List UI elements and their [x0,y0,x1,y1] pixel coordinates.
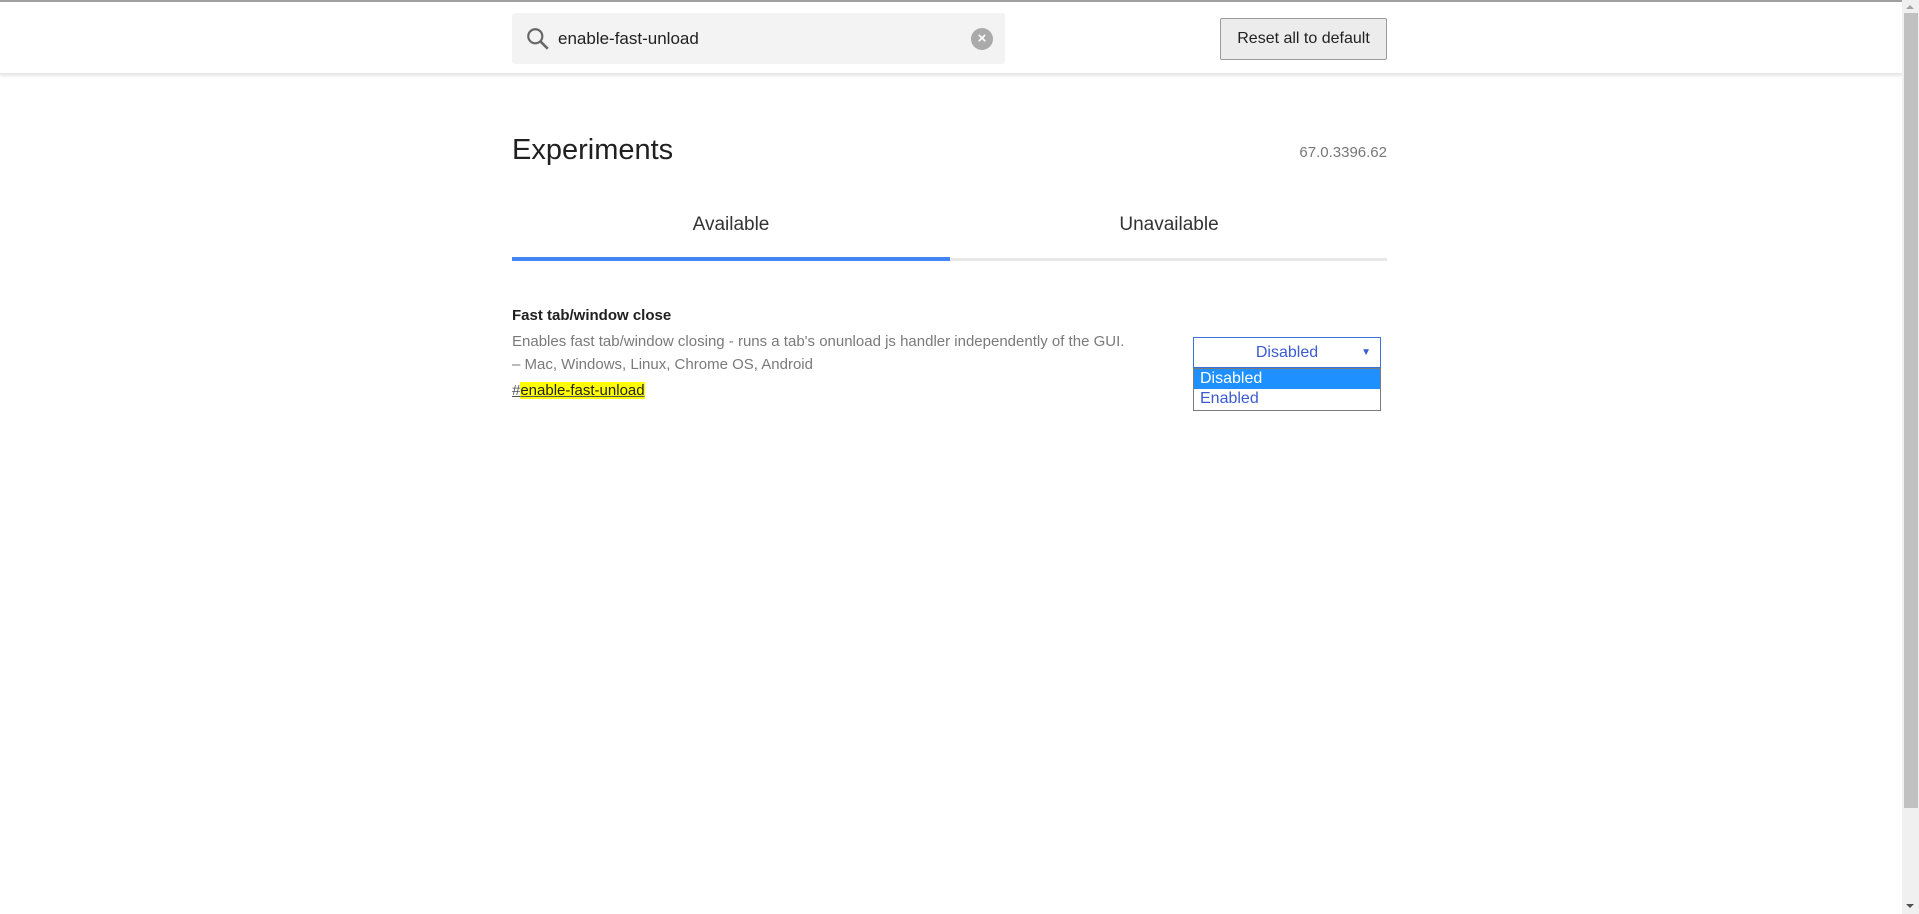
experiment-description: Enables fast tab/window closing - runs a… [512,333,1125,350]
scroll-up-arrow-icon[interactable] [1906,5,1914,9]
clear-search-icon[interactable]: × [971,28,993,50]
vertical-scrollbar[interactable] [1902,0,1919,914]
selected-value: Disabled [1255,344,1319,361]
scrollbar-thumb[interactable] [1904,13,1918,808]
search-icon [527,28,549,50]
experiment-platforms: – Mac, Windows, Linux, Chrome OS, Androi… [512,356,813,373]
header: × Reset all to default [0,2,1902,74]
active-tab-indicator [512,257,950,261]
version-label: 67.0.3396.62 [1299,144,1387,161]
dropdown-list: Disabled Enabled [1193,368,1381,411]
page-title: Experiments [512,134,674,166]
search-highlight: enable-fast-unload [520,382,645,399]
search-box[interactable]: × [512,13,1005,64]
tab-unavailable[interactable]: Unavailable [950,214,1388,258]
reset-all-button[interactable]: Reset all to default [1220,18,1387,60]
option-enabled[interactable]: Enabled [1194,389,1380,409]
experiment-title: Fast tab/window close [512,307,672,324]
scroll-down-arrow-icon[interactable] [1906,904,1914,908]
dropdown-arrow-icon: ▼ [1361,347,1371,358]
search-input[interactable] [558,13,958,64]
experiment-permalink[interactable]: #enable-fast-unload [512,382,645,399]
option-disabled[interactable]: Disabled [1194,369,1380,389]
experiment-select[interactable]: Disabled ▼ [1193,337,1381,368]
tab-available[interactable]: Available [512,214,950,258]
